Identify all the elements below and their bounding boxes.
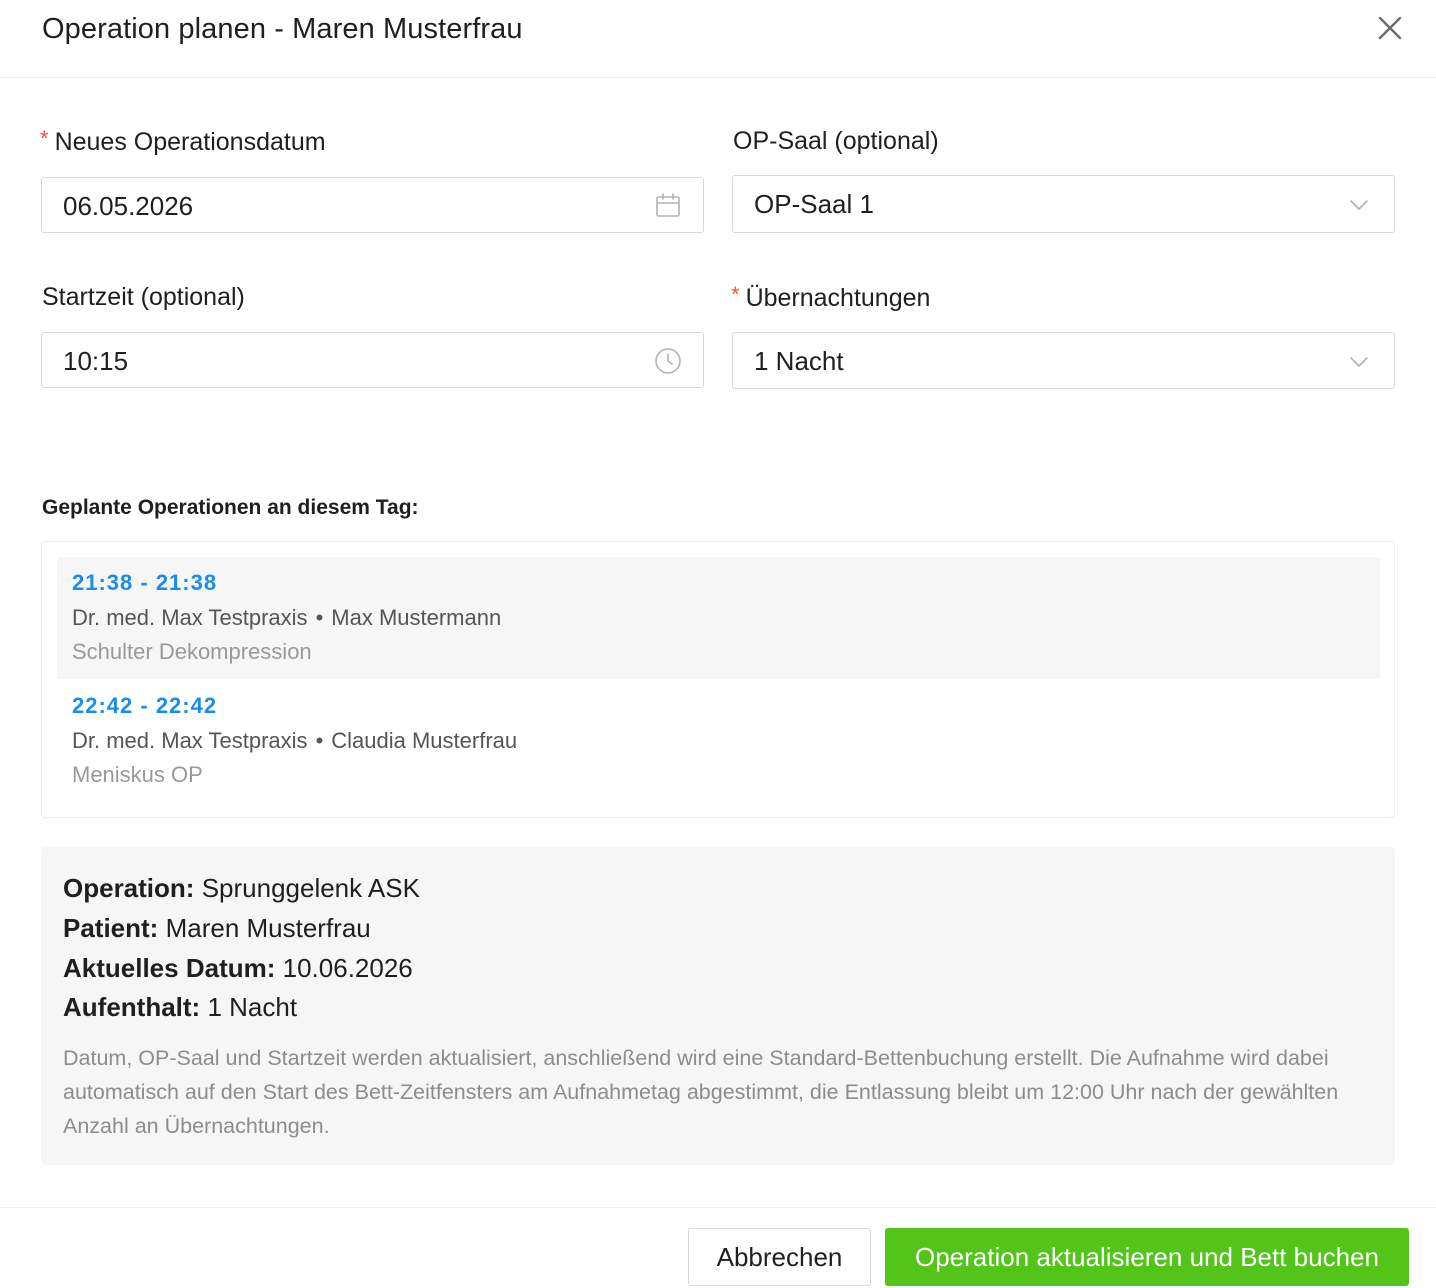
nights-value: 1 Nacht — [754, 346, 844, 376]
start-time-value: 10:15 — [63, 346, 129, 376]
op-patient: Claudia Musterfrau — [331, 728, 518, 753]
planned-operations-heading: Geplante Operationen an diesem Tag: — [42, 496, 419, 519]
summary-patient: Patient: Maren Musterfrau — [63, 913, 371, 943]
start-time-label: Startzeit (optional) — [42, 283, 245, 311]
nights-label: * Übernachtungen — [731, 282, 931, 312]
list-item[interactable]: 21:38 - 21:38 Dr. med. Max Testpraxis • Ma… — [57, 557, 1380, 679]
list-item[interactable]: 22:42 - 22:42 Dr. med. Max Testpraxis • Cl… — [57, 680, 1380, 802]
clock-icon[interactable] — [653, 346, 683, 376]
calendar-icon[interactable] — [653, 191, 683, 221]
summary-panel: Operation: Sprunggelenk ASK Patient: Mar… — [41, 847, 1395, 1165]
required-marker: * — [40, 126, 49, 151]
plan-operation-modal: Operation planen - Maren Musterfrau * Neu… — [0, 0, 1436, 1288]
date-input[interactable]: 06.05.2026 — [41, 177, 704, 233]
room-select[interactable]: OP-Saal 1 — [732, 175, 1395, 233]
room-value: OP-Saal 1 — [754, 189, 874, 219]
cancel-button[interactable]: Abbrechen — [688, 1228, 871, 1286]
op-people: Dr. med. Max Testpraxis • Max Mustermann — [72, 604, 501, 632]
chevron-down-icon — [1344, 347, 1374, 377]
op-patient: Max Mustermann — [331, 605, 502, 630]
nights-select[interactable]: 1 Nacht — [732, 332, 1395, 389]
separator: • — [315, 728, 324, 753]
summary-stay: Aufenthalt: 1 Nacht — [63, 992, 298, 1022]
modal-header: Operation planen - Maren Musterfrau — [0, 0, 1436, 78]
op-doctor: Dr. med. Max Testpraxis — [72, 605, 308, 630]
op-time: 22:42 - 22:42 — [72, 693, 218, 718]
submit-button[interactable]: Operation aktualisieren und Bett buchen — [885, 1228, 1409, 1286]
close-icon[interactable] — [1372, 10, 1408, 46]
op-doctor: Dr. med. Max Testpraxis — [72, 728, 308, 753]
date-label: * Neues Operationsdatum — [40, 126, 326, 156]
op-time: 21:38 - 21:38 — [72, 570, 218, 595]
start-time-input[interactable]: 10:15 — [41, 332, 704, 388]
modal-footer: Abbrechen Operation aktualisieren und Be… — [0, 1207, 1436, 1288]
op-procedure: Meniskus OP — [72, 762, 203, 787]
summary-operation: Operation: Sprunggelenk ASK — [63, 873, 420, 903]
modal-title: Operation planen - Maren Musterfrau — [42, 13, 523, 45]
date-value: 06.05.2026 — [63, 191, 194, 221]
summary-note: Datum, OP-Saal und Startzeit werden aktu… — [63, 1046, 1339, 1138]
op-procedure: Schulter Dekompression — [72, 639, 312, 664]
required-marker: * — [731, 282, 740, 307]
op-people: Dr. med. Max Testpraxis • Claudia Musterfr… — [72, 727, 517, 755]
chevron-down-icon — [1344, 190, 1374, 220]
planned-operations-list: 21:38 - 21:38 Dr. med. Max Testpraxis • Ma… — [41, 541, 1395, 818]
room-label: OP-Saal (optional) — [733, 127, 939, 155]
separator: • — [315, 605, 324, 630]
summary-current-date: Aktuelles Datum: 10.06.2026 — [63, 953, 413, 983]
